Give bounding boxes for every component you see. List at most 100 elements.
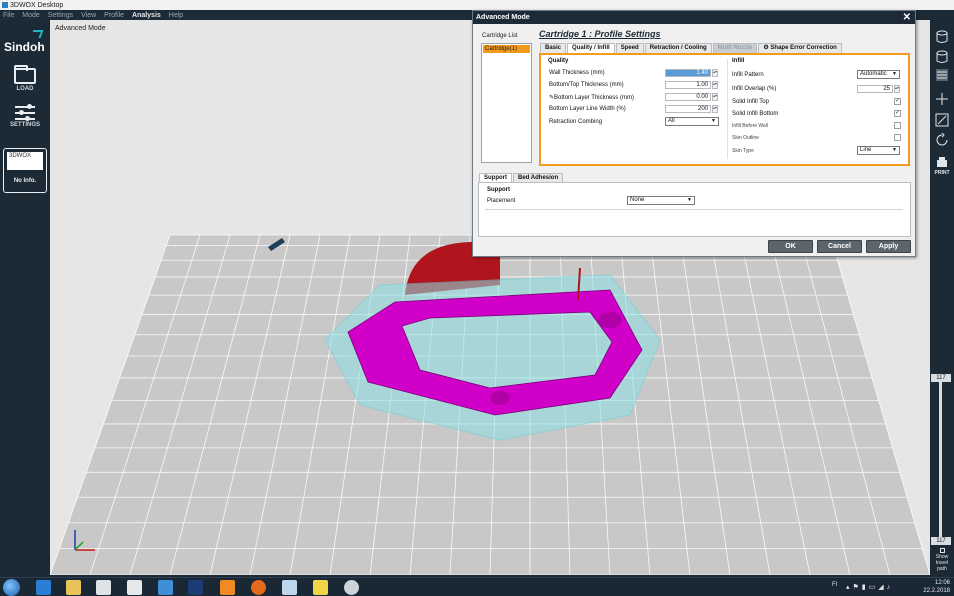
tab-basic[interactable]: Basic bbox=[540, 43, 567, 53]
bottom-line-width-label: Bottom Layer Line Width (%) bbox=[549, 106, 626, 112]
device-info: No Info. bbox=[13, 178, 37, 184]
settings-button[interactable]: SETTINGS bbox=[0, 104, 50, 128]
device-name: 3DWOX bbox=[7, 152, 43, 170]
show-travel-path-toggle[interactable]: Show travel path bbox=[931, 548, 953, 572]
quality-infill-panel: Quality Wall Thickness (mm) 1.40 ▴▾ Bott… bbox=[539, 53, 910, 166]
language-indicator[interactable]: FI bbox=[832, 582, 837, 588]
retraction-combing-select[interactable]: All ▼ bbox=[665, 117, 719, 126]
menu-bar: File Mode Settings View Profile Analysis… bbox=[0, 10, 472, 20]
solid-infill-bottom-checkbox[interactable]: ✓ bbox=[894, 110, 901, 117]
ccleaner-icon[interactable] bbox=[96, 580, 111, 595]
bottom-line-width-input[interactable]: 200 bbox=[665, 105, 711, 113]
info-icon[interactable] bbox=[127, 580, 142, 595]
monitor-icon[interactable] bbox=[282, 580, 297, 595]
start-button[interactable] bbox=[3, 579, 20, 596]
advanced-mode-dialog: Advanced Mode ✕ Cartridge List Cartridge… bbox=[472, 10, 916, 257]
menu-profile[interactable]: Profile bbox=[104, 12, 124, 19]
panel-divider bbox=[727, 59, 728, 159]
move-icon[interactable] bbox=[935, 92, 949, 106]
app-icon bbox=[2, 2, 8, 8]
settings-label: SETTINGS bbox=[9, 122, 40, 128]
firefox-icon[interactable] bbox=[251, 580, 266, 595]
menu-help[interactable]: Help bbox=[169, 12, 183, 19]
cartridge-edit-icon[interactable] bbox=[935, 50, 949, 64]
solid-infill-top-label: Solid Infill Top bbox=[732, 99, 769, 105]
tab-shape-error-correction[interactable]: ⚙ Shape Error Correction bbox=[758, 43, 842, 53]
retraction-combing-label: Retraction Combing bbox=[549, 119, 603, 125]
menu-analysis[interactable]: Analysis bbox=[132, 12, 161, 19]
dialog-title: Advanced Mode bbox=[476, 14, 530, 21]
ok-button[interactable]: OK bbox=[768, 240, 813, 253]
chevron-down-icon: ▼ bbox=[892, 71, 897, 77]
support-divider bbox=[485, 209, 903, 210]
chevron-down-icon: ▼ bbox=[687, 197, 692, 203]
tab-retraction-cooling[interactable]: Retraction / Cooling bbox=[644, 43, 712, 53]
help-icon[interactable] bbox=[313, 580, 328, 595]
bottom-layer-thickness-row: ✎Bottom Layer Thickness (mm) bbox=[549, 94, 634, 101]
infill-overlap-input[interactable]: 25 bbox=[857, 85, 893, 93]
wall-thickness-stepper[interactable]: ▴▾ bbox=[712, 69, 718, 77]
wall-thickness-input[interactable]: 1.40 bbox=[665, 69, 711, 77]
left-sidebar: Sindoh LOAD SETTINGS 3DWOX No Info. bbox=[0, 20, 50, 577]
support-group-title: Support bbox=[487, 187, 510, 193]
menu-file[interactable]: File bbox=[3, 12, 14, 19]
model-bump bbox=[490, 391, 510, 405]
dialog-titlebar: Advanced Mode ✕ bbox=[473, 11, 915, 24]
layer-slider-track[interactable] bbox=[939, 378, 942, 538]
menu-view[interactable]: View bbox=[81, 12, 96, 19]
viewport-mode-label: Advanced Mode bbox=[55, 25, 106, 32]
brand-logo: Sindoh bbox=[4, 30, 45, 54]
window-titlebar: 3DWOX Desktop bbox=[0, 0, 954, 10]
cartridge-list: Cartridge(1) bbox=[481, 43, 532, 163]
bottom-layer-thickness-stepper[interactable]: ▴▾ bbox=[712, 93, 718, 101]
bottom-layer-thickness-input[interactable]: 0.00 bbox=[665, 93, 711, 101]
print-icon[interactable] bbox=[935, 156, 949, 170]
xampp-icon[interactable] bbox=[220, 580, 235, 595]
clock[interactable]: 12:06 22.2.2018 bbox=[923, 579, 950, 595]
device-card[interactable]: 3DWOX No Info. bbox=[3, 148, 47, 193]
bottom-top-thickness-stepper[interactable]: ▴▾ bbox=[712, 81, 718, 89]
clock-time: 12:06 bbox=[934, 580, 950, 586]
tab-speed[interactable]: Speed bbox=[615, 43, 644, 53]
wall-thickness-label: Wall Thickness (mm) bbox=[549, 70, 605, 76]
close-icon[interactable]: ✕ bbox=[903, 11, 911, 24]
folder-icon bbox=[14, 65, 36, 84]
explorer-icon[interactable] bbox=[66, 580, 81, 595]
load-label: LOAD bbox=[16, 86, 34, 92]
menu-mode[interactable]: Mode bbox=[22, 12, 40, 19]
infill-overlap-stepper[interactable]: ▴▾ bbox=[894, 85, 900, 93]
skin-type-select[interactable]: Line ▼ bbox=[857, 146, 900, 155]
bottom-top-thickness-label: Bottom/Top Thickness (mm) bbox=[549, 82, 624, 88]
chevron-down-icon: ▼ bbox=[711, 118, 716, 124]
infill-before-wall-checkbox[interactable] bbox=[894, 122, 901, 129]
ie-icon[interactable] bbox=[36, 580, 51, 595]
rotate-icon[interactable] bbox=[935, 133, 949, 147]
cartridge-icon[interactable] bbox=[935, 30, 949, 44]
solid-infill-top-checkbox[interactable]: ✓ bbox=[894, 98, 901, 105]
cancel-button[interactable]: Cancel bbox=[817, 240, 862, 253]
tray-icons[interactable]: ▴⚑▮▭◢♪ bbox=[846, 583, 893, 591]
bottom-line-width-stepper[interactable]: ▴▾ bbox=[712, 105, 718, 113]
settings-app-icon[interactable] bbox=[344, 580, 359, 595]
bottom-top-thickness-input[interactable]: 1.00 bbox=[665, 81, 711, 89]
menu-settings[interactable]: Settings bbox=[48, 12, 73, 19]
load-button[interactable]: LOAD bbox=[0, 65, 50, 92]
skin-outline-label: Skin Outline bbox=[732, 135, 759, 141]
layer-top-handle[interactable]: 117 bbox=[931, 374, 951, 382]
apply-button[interactable]: Apply bbox=[866, 240, 911, 253]
placement-select[interactable]: None ▼ bbox=[627, 196, 695, 205]
layer-bottom-handle[interactable]: 117 bbox=[931, 537, 951, 545]
cartridge-list-item[interactable]: Cartridge(1) bbox=[483, 45, 530, 53]
photos-icon[interactable] bbox=[158, 580, 173, 595]
infill-before-wall-label: Infill Before Wall bbox=[732, 123, 768, 129]
infill-group-title: Infill bbox=[732, 58, 745, 64]
travel-path-checkbox-icon bbox=[939, 548, 945, 553]
3dwox-icon[interactable] bbox=[188, 580, 203, 595]
tab-quality-infill[interactable]: Quality / Infill bbox=[567, 43, 615, 53]
infill-pattern-select[interactable]: Automatic ▼ bbox=[857, 70, 900, 79]
skin-outline-checkbox[interactable] bbox=[894, 134, 901, 141]
sliders-icon bbox=[15, 104, 35, 121]
layers-icon[interactable] bbox=[935, 68, 949, 82]
solid-infill-bottom-label: Solid Infill Bottom bbox=[732, 111, 779, 117]
scale-icon[interactable] bbox=[935, 113, 949, 127]
